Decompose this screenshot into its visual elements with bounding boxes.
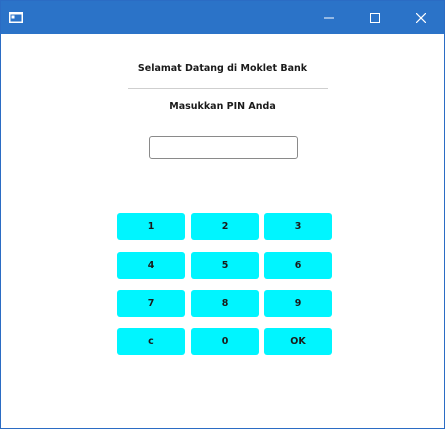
- pin-prompt-label: Masukkan PIN Anda: [169, 101, 276, 112]
- maximize-icon: [370, 12, 380, 23]
- welcome-heading: Selamat Datang di Moklet Bank: [137, 63, 308, 74]
- close-button[interactable]: [398, 1, 444, 34]
- minimize-icon: [324, 17, 334, 18]
- keypad: 1 2 3 4 5 6 7 8 9 c 0 OK: [117, 213, 332, 355]
- key-7-button[interactable]: 7: [117, 290, 185, 317]
- key-5-button[interactable]: 5: [191, 252, 259, 279]
- minimize-button[interactable]: [306, 1, 352, 34]
- ok-button[interactable]: OK: [264, 328, 332, 355]
- close-icon: [416, 12, 426, 23]
- app-window: Selamat Datang di Moklet Bank Masukkan P…: [0, 0, 445, 429]
- pin-input[interactable]: [149, 136, 298, 159]
- maximize-button[interactable]: [352, 1, 398, 34]
- app-window-icon: [9, 12, 23, 23]
- divider: [128, 88, 328, 89]
- clear-button[interactable]: c: [117, 328, 185, 355]
- key-4-button[interactable]: 4: [117, 252, 185, 279]
- key-3-button[interactable]: 3: [264, 213, 332, 240]
- key-2-button[interactable]: 2: [191, 213, 259, 240]
- title-bar[interactable]: [1, 1, 444, 34]
- key-9-button[interactable]: 9: [264, 290, 332, 317]
- key-1-button[interactable]: 1: [117, 213, 185, 240]
- key-8-button[interactable]: 8: [191, 290, 259, 317]
- key-6-button[interactable]: 6: [264, 252, 332, 279]
- key-0-button[interactable]: 0: [191, 328, 259, 355]
